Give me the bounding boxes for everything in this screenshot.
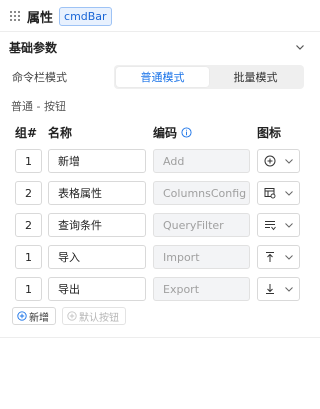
icon-select[interactable] [257,213,300,237]
chevron-down-icon [285,159,293,164]
basic-params-header[interactable]: 基础参数 [0,36,320,58]
properties-panel: 属性 cmdBar 基础参数 命令栏模式 普通模式 批量模式 普通 - 按钮 组… [0,0,320,409]
chevron-down-icon [285,223,293,228]
upload-icon [266,252,274,262]
filter-lines-icon [265,221,276,231]
default-buttons-label: 默认按钮 [79,312,119,324]
default-buttons-button[interactable]: 默认按钮 [62,307,126,325]
header-code-wrap: 编码 [153,124,192,141]
code-input: Add [153,149,250,173]
header-code: 编码 [153,126,178,140]
group-input[interactable]: 1 [15,277,42,301]
group-input[interactable]: 1 [15,245,42,269]
subsection-title: 普通 - 按钮 [11,100,66,113]
name-input[interactable]: 表格属性 [48,181,146,205]
panel-header: 属性 cmdBar [0,0,320,32]
group-input[interactable]: 1 [15,149,42,173]
mode-label: 命令栏模式 [12,71,67,84]
header-divider [0,31,320,32]
download-icon [266,284,274,294]
header-group: 组# [15,126,38,140]
table-row: 1 新增 Add [0,149,320,173]
table-row: 2 查询条件 QueryFilter [0,213,320,237]
plus-circle-icon [67,311,77,321]
info-icon[interactable] [181,127,192,138]
add-button[interactable]: 新增 [12,307,56,325]
mode-option-normal[interactable]: 普通模式 [116,67,209,87]
code-input: Import [153,245,250,269]
drag-handle-icon[interactable] [10,11,20,21]
chevron-down-icon[interactable] [294,41,306,53]
component-tag: cmdBar [59,6,112,26]
table-row: 1 导出 Export [0,277,320,301]
add-button-label: 新增 [29,312,49,324]
icon-select[interactable] [257,181,300,205]
group-input[interactable]: 2 [15,213,42,237]
table-settings-icon [264,188,276,199]
footer-buttons: 新增 默认按钮 [12,307,126,325]
name-input[interactable]: 导出 [48,277,146,301]
mode-option-batch[interactable]: 批量模式 [209,67,302,87]
icon-select[interactable] [257,277,300,301]
code-input: Export [153,277,250,301]
table-header: 组# 名称 编码 图标 [0,124,320,142]
mode-segmented-control: 普通模式 批量模式 [114,65,304,89]
icon-select[interactable] [257,149,300,173]
table-row: 1 导入 Import [0,245,320,269]
name-input[interactable]: 查询条件 [48,213,146,237]
table-row: 2 表格属性 ColumnsConfig [0,181,320,205]
panel-title: 属性 [27,10,54,26]
plus-circle-icon [264,155,276,167]
chevron-down-icon [285,191,293,196]
plus-circle-icon [17,311,27,321]
icon-select[interactable] [257,245,300,269]
mode-row: 命令栏模式 普通模式 批量模式 [12,65,304,89]
chevron-down-icon [285,287,293,292]
chevron-down-icon [285,255,293,260]
name-input[interactable]: 导入 [48,245,146,269]
footer-divider [0,337,320,338]
code-input: QueryFilter [153,213,250,237]
header-name: 名称 [48,126,73,140]
group-input[interactable]: 2 [15,181,42,205]
header-icon: 图标 [257,126,282,140]
name-input[interactable]: 新增 [48,149,146,173]
code-input: ColumnsConfig [153,181,250,205]
section-title: 基础参数 [9,40,58,55]
